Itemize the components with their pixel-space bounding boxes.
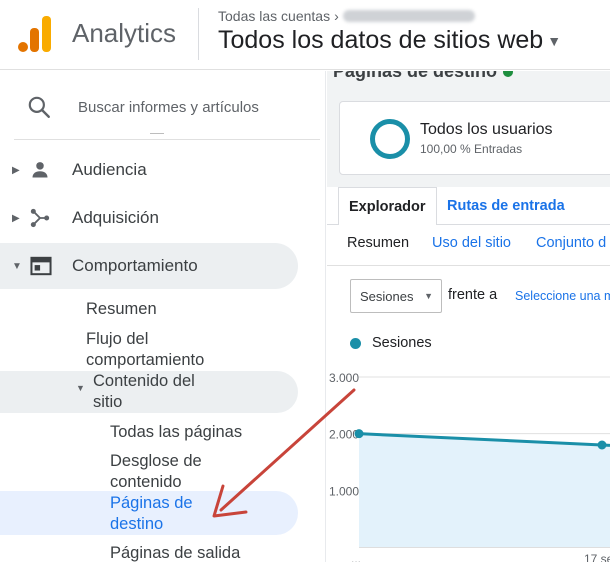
annotation-arrow	[212, 388, 356, 518]
